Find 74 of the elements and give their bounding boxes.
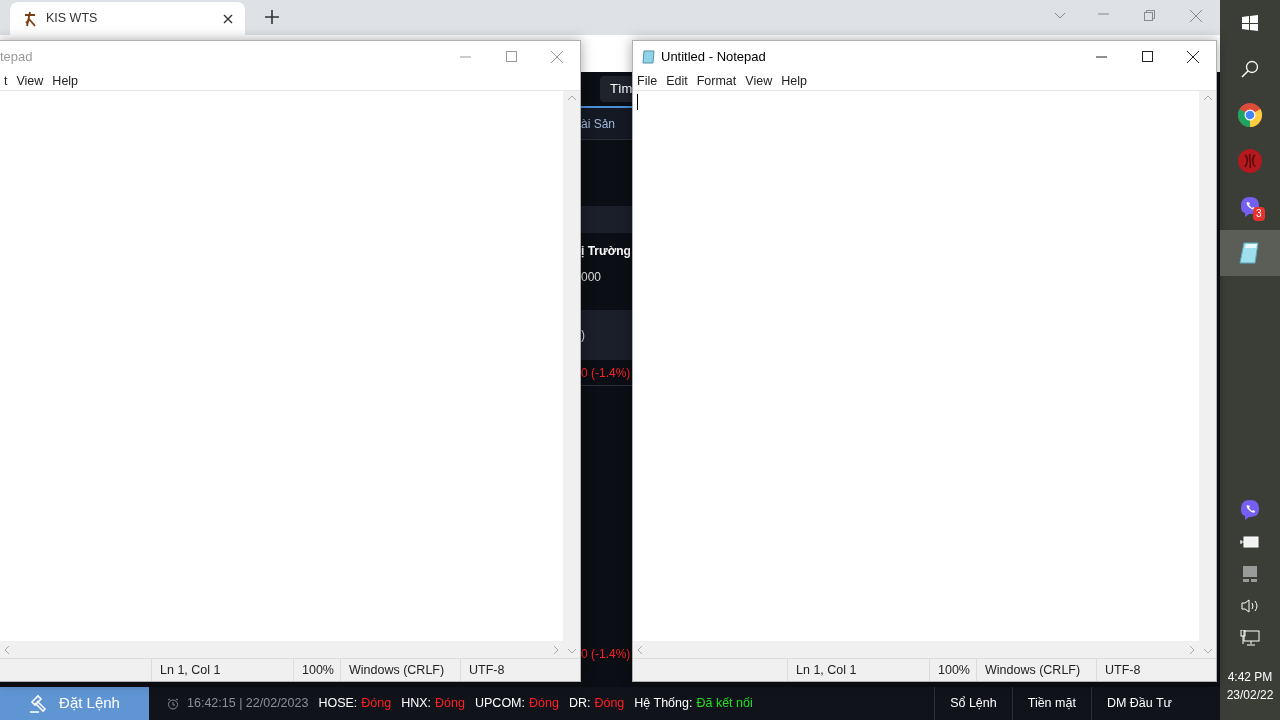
caret-up-icon[interactable] xyxy=(566,95,577,101)
status-value: Đóng xyxy=(435,695,465,713)
runner-icon xyxy=(22,10,38,27)
browser-tab[interactable]: KIS WTS xyxy=(10,2,245,35)
battery-icon xyxy=(1240,536,1260,548)
volume-icon xyxy=(1241,598,1259,614)
text-cursor xyxy=(637,94,638,110)
date-time: 16:42:15 | 22/02/2023 xyxy=(187,695,309,713)
status-label: Hệ Thống: xyxy=(634,695,693,713)
status-value: Đóng xyxy=(529,695,559,713)
clock-time: 4:42 PM xyxy=(1227,669,1273,686)
value-text: 000 xyxy=(581,269,603,286)
close-icon[interactable] xyxy=(223,13,233,24)
status-value: Đóng xyxy=(361,695,392,713)
status-text: Windows (CRLF) xyxy=(976,659,1096,681)
nav-link[interactable]: Tiền mặt xyxy=(1011,687,1091,720)
tab-title: KIS WTS xyxy=(46,10,99,28)
status-text: Ln 1, Col 1 xyxy=(151,659,293,681)
alarm-clock-icon xyxy=(167,697,179,710)
computer-icon xyxy=(1242,566,1258,582)
search-button[interactable]: Tìm xyxy=(600,76,632,102)
status-label: HOSE: xyxy=(318,695,358,713)
menu-item[interactable]: Help xyxy=(781,71,807,91)
status-label: UPCOM: xyxy=(475,695,525,713)
caret-down-icon[interactable] xyxy=(566,648,577,654)
menu-item[interactable]: Format xyxy=(696,71,737,91)
minimize-icon[interactable] xyxy=(459,55,471,58)
chevron-down-icon[interactable] xyxy=(1054,12,1066,20)
menu-item[interactable]: File xyxy=(637,71,658,91)
clock-date: 23/02/22 xyxy=(1226,687,1274,704)
chat-icon[interactable] xyxy=(1239,499,1261,521)
caret-right-icon[interactable] xyxy=(1189,644,1195,655)
search-icon[interactable] xyxy=(1241,60,1259,78)
browser-icon[interactable] xyxy=(1238,103,1262,127)
restore-icon[interactable] xyxy=(1144,10,1155,21)
status-text: UTF-8 xyxy=(460,659,580,681)
notepad-icon[interactable] xyxy=(1238,241,1262,265)
network-icon xyxy=(1240,630,1260,646)
change-text: 0 (-1.4%) xyxy=(581,364,631,382)
menu-item[interactable]: Help xyxy=(52,71,79,91)
nav-link[interactable]: Sổ Lệnh xyxy=(934,687,1012,720)
status-text: UTF-8 xyxy=(1096,659,1216,681)
caret-left-icon[interactable] xyxy=(4,644,10,655)
taskbar-item[interactable]: 3 xyxy=(1220,184,1280,230)
status-text: Ln 1, Col 1 xyxy=(787,659,929,681)
market-label: ị Trường xyxy=(581,243,632,260)
status-text: 100% xyxy=(293,659,340,681)
caret-up-icon[interactable] xyxy=(1202,95,1213,101)
status-text: 100% xyxy=(929,659,976,681)
new-tab-icon[interactable] xyxy=(265,10,279,24)
notepad-icon xyxy=(641,48,657,65)
status-label: DR: xyxy=(568,695,591,713)
nav-link[interactable]: DM Đầu Tư xyxy=(1090,687,1187,720)
rose-icon[interactable] xyxy=(1238,149,1262,173)
status-label: HNX: xyxy=(401,695,432,713)
change-text: 0 (-1.4%) xyxy=(581,646,631,663)
value-text: ) xyxy=(581,327,585,344)
caret-right-icon[interactable] xyxy=(553,644,559,655)
menu-item[interactable]: Edit xyxy=(666,71,688,91)
table-row-background xyxy=(581,206,632,233)
menu-item[interactable]: View xyxy=(745,71,773,91)
menu-item[interactable]: View xyxy=(16,71,44,91)
window-title: Untitled - Notepad xyxy=(661,47,766,66)
status-text: Windows (CRLF) xyxy=(340,659,460,681)
maximize-icon[interactable] xyxy=(1141,51,1153,62)
windows-start-icon[interactable] xyxy=(1242,15,1258,31)
caret-left-icon[interactable] xyxy=(637,644,643,655)
caret-down-icon[interactable] xyxy=(1202,648,1213,654)
minimize-icon[interactable] xyxy=(1095,55,1107,58)
close-icon[interactable] xyxy=(1187,50,1199,63)
status-value: Đã kết nối xyxy=(696,695,753,713)
notification-badge: 3 xyxy=(1253,207,1265,221)
status-value: Đóng xyxy=(594,695,625,713)
window-title: tepad xyxy=(0,47,33,66)
